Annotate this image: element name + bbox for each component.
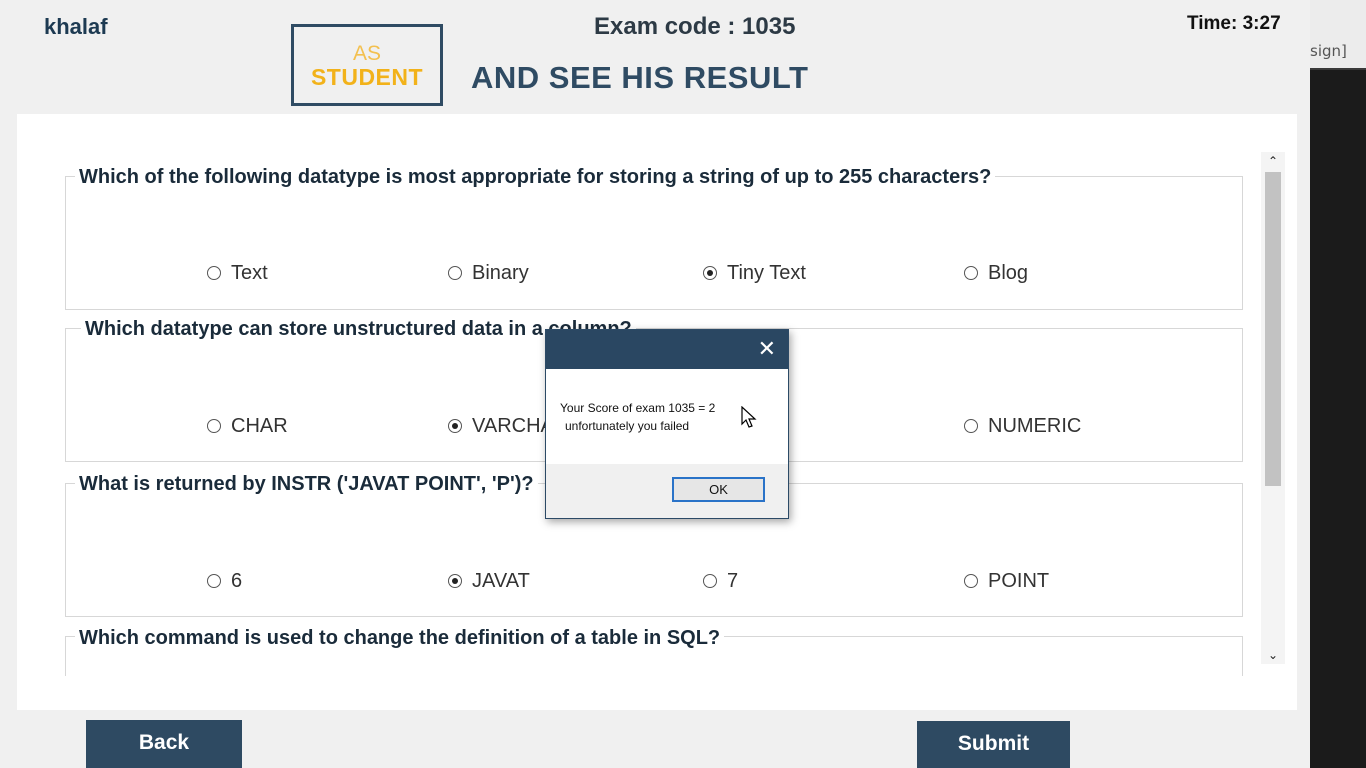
- option-text[interactable]: Text: [207, 262, 268, 285]
- radio-button[interactable]: [964, 419, 978, 433]
- divider: [1310, 68, 1366, 70]
- background-window-edge: sign]: [1310, 0, 1366, 768]
- option-numeric[interactable]: NUMERIC: [964, 415, 1081, 438]
- video-caption-headline: AND SEE HIS RESULT: [471, 60, 809, 95]
- radio-button-selected[interactable]: [448, 419, 462, 433]
- mouse-cursor-icon: [741, 406, 757, 428]
- option-label: Tiny Text: [727, 262, 806, 284]
- option-binary[interactable]: Binary: [448, 262, 529, 285]
- ok-button[interactable]: OK: [672, 477, 765, 502]
- timer-label: Time: 3:27: [1187, 13, 1281, 34]
- question-text-4: Which command is used to change the defi…: [75, 627, 725, 650]
- radio-button[interactable]: [207, 419, 221, 433]
- submit-button[interactable]: Submit: [917, 721, 1070, 768]
- radio-button[interactable]: [964, 266, 978, 280]
- option-label: CHAR: [231, 415, 288, 437]
- radio-button[interactable]: [703, 574, 717, 588]
- option-label: 6: [231, 570, 243, 592]
- logo-as-text: AS: [352, 42, 381, 65]
- option-7[interactable]: 7: [703, 570, 738, 593]
- option-label: Blog: [988, 262, 1029, 284]
- option-tiny-text[interactable]: Tiny Text: [703, 262, 806, 285]
- question-group-1: [65, 176, 1243, 310]
- option-label: POINT: [988, 570, 1050, 592]
- option-point[interactable]: POINT: [964, 570, 1049, 593]
- scroll-up-arrow-icon[interactable]: ⌃: [1261, 152, 1285, 170]
- question-text-1: Which of the following datatype is most …: [75, 166, 996, 189]
- option-6[interactable]: 6: [207, 570, 242, 593]
- dialog-titlebar: ✕: [546, 330, 788, 369]
- option-javat[interactable]: JAVAT: [448, 570, 530, 593]
- question-text-3: What is returned by INSTR ('JAVAT POINT'…: [75, 473, 538, 496]
- logo-student-text: STUDENT: [310, 64, 424, 90]
- radio-button[interactable]: [448, 266, 462, 280]
- radio-button-selected[interactable]: [703, 266, 717, 280]
- option-label: Binary: [472, 262, 529, 284]
- scroll-down-arrow-icon[interactable]: ⌄: [1261, 646, 1285, 664]
- username-label: khalaf: [44, 14, 108, 39]
- option-label: 7: [727, 570, 739, 592]
- option-blog[interactable]: Blog: [964, 262, 1028, 285]
- option-label: NUMERIC: [988, 415, 1082, 437]
- failed-message-line: unfortunately you failed: [565, 419, 690, 433]
- vertical-scrollbar[interactable]: ⌃ ⌄: [1261, 152, 1285, 664]
- radio-button[interactable]: [207, 574, 221, 588]
- scrollbar-thumb[interactable]: [1265, 172, 1281, 486]
- option-label: Text: [231, 262, 268, 284]
- radio-button[interactable]: [964, 574, 978, 588]
- background-window-partial-text: sign]: [1310, 42, 1347, 60]
- exam-code-label: Exam code : 1035: [594, 13, 796, 40]
- radio-button[interactable]: [207, 266, 221, 280]
- as-student-logo: AS STUDENT: [291, 24, 443, 106]
- option-char[interactable]: CHAR: [207, 415, 288, 438]
- back-button[interactable]: Back: [86, 720, 242, 768]
- close-icon[interactable]: ✕: [758, 336, 776, 362]
- option-label: JAVAT: [472, 570, 530, 592]
- radio-button-selected[interactable]: [448, 574, 462, 588]
- score-message-line: Your Score of exam 1035 = 2: [560, 401, 716, 415]
